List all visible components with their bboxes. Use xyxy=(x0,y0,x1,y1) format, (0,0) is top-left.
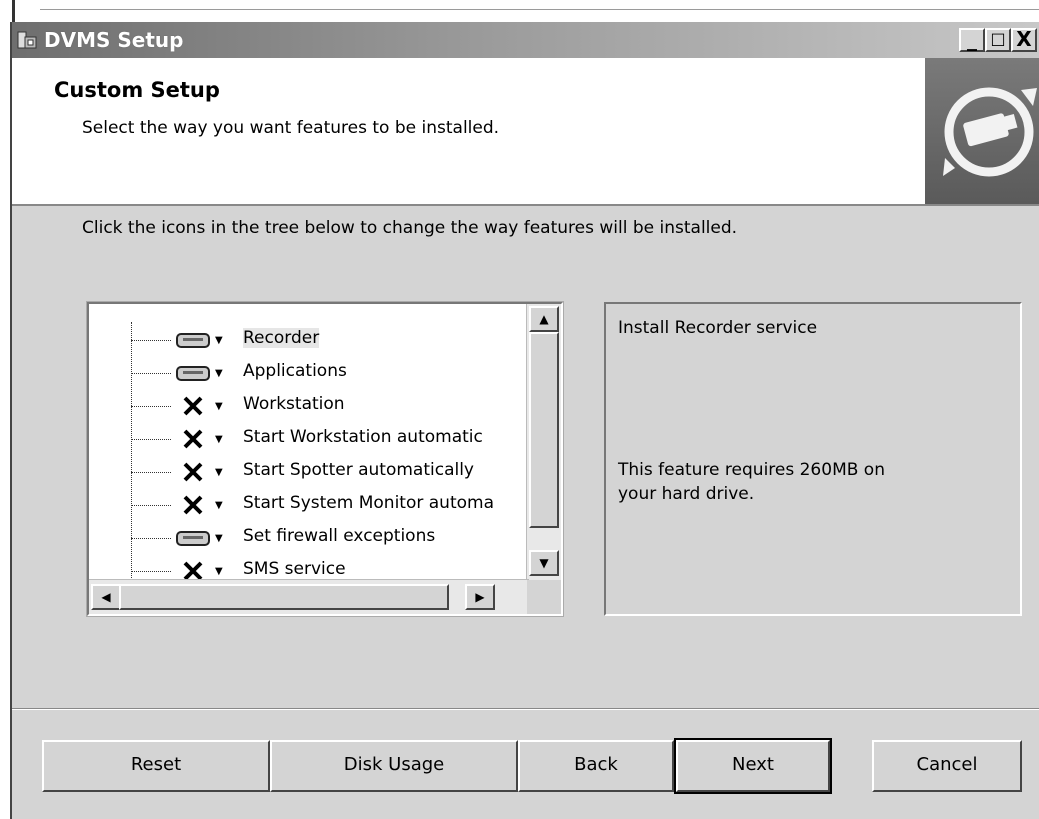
tree-connector-branch xyxy=(131,538,171,539)
tree-item[interactable]: ▼ Start Workstation automatic xyxy=(89,423,529,456)
drive-icon xyxy=(175,329,211,351)
tree-item[interactable]: ▼ Applications xyxy=(89,357,529,390)
install-state-dropdown[interactable]: ▼ xyxy=(171,426,231,452)
install-state-dropdown[interactable]: ▼ xyxy=(171,393,231,419)
camera-refresh-icon xyxy=(943,87,1037,177)
tree-item-label[interactable]: Recorder xyxy=(243,328,528,348)
drive-icon xyxy=(175,527,211,549)
chevron-down-icon: ▼ xyxy=(215,335,223,346)
header-banner: Custom Setup Select the way you want fea… xyxy=(12,58,1039,206)
close-button[interactable]: X xyxy=(1011,28,1037,52)
tree-connector-branch xyxy=(131,505,171,506)
tree-connector-branch xyxy=(131,373,171,374)
scroll-right-button[interactable]: ▶ xyxy=(465,584,495,610)
chevron-down-icon: ▼ xyxy=(215,467,223,478)
back-button[interactable]: Back xyxy=(518,740,674,792)
install-state-dropdown[interactable]: ▼ xyxy=(171,492,231,518)
feature-size-info: This feature requires 260MB on your hard… xyxy=(618,460,885,504)
tree-connector-branch xyxy=(131,340,171,341)
horizontal-scrollbar[interactable]: ◀ ▶ xyxy=(89,579,529,614)
x-icon xyxy=(175,395,211,417)
tree-connector-branch xyxy=(131,571,171,572)
vertical-scroll-thumb[interactable] xyxy=(529,332,559,528)
cancel-button[interactable]: Cancel xyxy=(872,740,1022,792)
scrap-bar xyxy=(12,0,15,22)
tree-connector-branch xyxy=(131,439,171,440)
tree-item-label[interactable]: Start System Monitor automa xyxy=(243,493,528,513)
scrap-line xyxy=(40,9,1039,10)
tree-item[interactable]: ▼ Workstation xyxy=(89,390,529,423)
chevron-down-icon: ▼ xyxy=(215,401,223,412)
page-subtitle: Select the way you want features to be i… xyxy=(82,118,500,138)
page-title: Custom Setup xyxy=(54,78,220,102)
setup-window: DVMS Setup _ □ X Custom Setup Select the… xyxy=(10,22,1039,819)
tree-item-label[interactable]: Start Workstation automatic xyxy=(243,427,528,447)
background-scrap xyxy=(0,0,1039,22)
feature-tree[interactable]: ▼ Recorder ▼ Applications ▼ Workstation ▼ Start… xyxy=(86,301,564,617)
window-title: DVMS Setup xyxy=(44,28,184,52)
x-icon xyxy=(175,461,211,483)
reset-button[interactable]: Reset xyxy=(42,740,270,792)
tree-connector-branch xyxy=(131,472,171,473)
tree-item-label[interactable]: Workstation xyxy=(243,394,528,414)
chevron-down-icon: ▼ xyxy=(215,368,223,379)
chevron-down-icon: ▼ xyxy=(215,500,223,511)
title-bar[interactable]: DVMS Setup _ □ X xyxy=(12,22,1039,58)
disk-usage-button[interactable]: Disk Usage xyxy=(270,740,518,792)
next-button[interactable]: Next xyxy=(674,738,832,794)
scroll-up-button[interactable]: ▲ xyxy=(529,306,559,332)
install-state-dropdown[interactable]: ▼ xyxy=(171,459,231,485)
x-icon xyxy=(175,494,211,516)
feature-description: Install Recorder service xyxy=(618,318,818,338)
chevron-down-icon: ▼ xyxy=(215,434,223,445)
scroll-left-button[interactable]: ◀ xyxy=(91,584,121,610)
install-state-dropdown[interactable]: ▼ xyxy=(171,360,231,386)
install-state-dropdown[interactable]: ▼ xyxy=(171,525,231,551)
banner-logo xyxy=(925,58,1039,204)
x-icon xyxy=(175,428,211,450)
vertical-scrollbar[interactable]: ▲ ▼ xyxy=(526,304,561,580)
instruction-text: Click the icons in the tree below to cha… xyxy=(82,218,738,238)
scroll-down-button[interactable]: ▼ xyxy=(529,550,559,576)
drive-icon xyxy=(175,362,211,384)
tree-item-label[interactable]: Applications xyxy=(243,361,528,381)
scrollbar-corner xyxy=(527,580,561,614)
horizontal-scroll-thumb[interactable] xyxy=(119,584,449,610)
tree-item[interactable]: ▼ Start System Monitor automa xyxy=(89,489,529,522)
chevron-down-icon: ▼ xyxy=(215,533,223,544)
feature-description-panel: Install Recorder service This feature re… xyxy=(604,302,1022,616)
chevron-down-icon: ▼ xyxy=(215,566,223,577)
footer-separator xyxy=(12,708,1039,710)
tree-item[interactable]: ▼ Start Spotter automatically xyxy=(89,456,529,489)
tree-item-label[interactable]: Start Spotter automatically xyxy=(243,460,528,480)
tree-item-label[interactable]: Set firewall exceptions xyxy=(243,526,528,546)
tree-item[interactable]: ▼ Set firewall exceptions xyxy=(89,522,529,555)
maximize-button[interactable]: □ xyxy=(985,28,1011,52)
install-state-dropdown[interactable]: ▼ xyxy=(171,327,231,353)
tree-connector-branch xyxy=(131,406,171,407)
tree-item-label[interactable]: SMS service xyxy=(243,559,528,579)
installer-icon xyxy=(17,31,37,49)
tree-item[interactable]: ▼ Recorder xyxy=(89,324,529,357)
minimize-button[interactable]: _ xyxy=(959,28,985,52)
